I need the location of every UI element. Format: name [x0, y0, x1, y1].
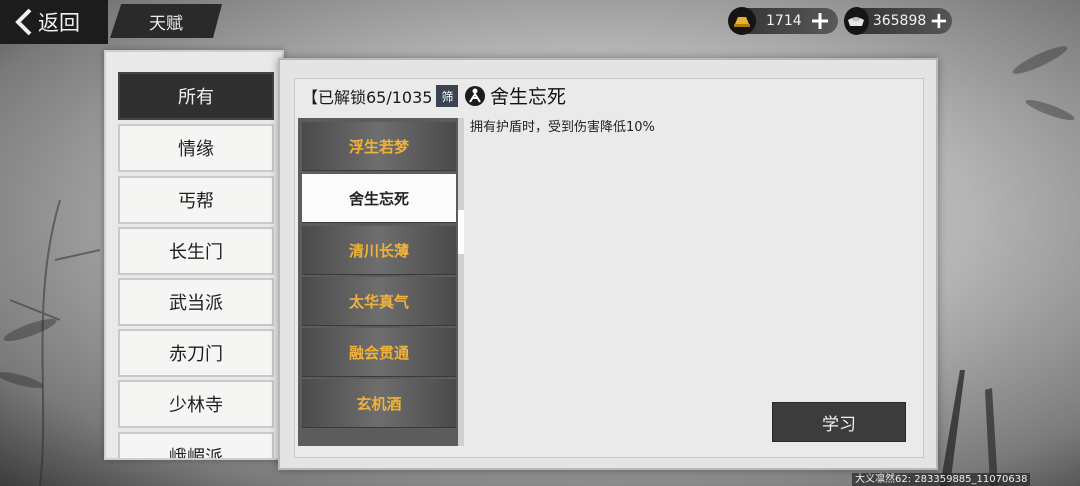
filter-button[interactable]: 筛 [436, 85, 459, 107]
learn-button[interactable]: 学习 [772, 402, 906, 442]
unlock-counter: 【已解锁65/1035 筛 [302, 84, 459, 108]
selected-talent-name: 舍生忘死 [490, 86, 567, 108]
category-emei[interactable]: 峨嵋派 [118, 432, 274, 458]
back-label: 返回 [38, 11, 80, 35]
category-gaibang[interactable]: 丐帮 [118, 176, 274, 224]
gold-currency: 1714 [728, 7, 838, 35]
gold-value: 1714 [766, 13, 802, 29]
chevron-left-icon [15, 8, 32, 36]
selected-talent-description: 拥有护盾时，受到伤害降低10% [470, 120, 655, 135]
unlock-text: 【已解锁65/1035 [302, 88, 433, 107]
category-qingyuan[interactable]: 情缘 [118, 124, 274, 172]
talent-item[interactable]: 清川长薄 [302, 226, 456, 275]
silver-currency: 365898 [844, 7, 952, 35]
category-wudang[interactable]: 武当派 [118, 278, 274, 326]
category-chidaomen[interactable]: 赤刀门 [118, 329, 274, 377]
scrollbar-thumb[interactable] [458, 210, 464, 254]
category-all[interactable]: 所有 [118, 72, 274, 120]
talent-list-scrollbar[interactable] [458, 118, 464, 446]
selected-talent-header: 舍生忘死 [464, 82, 566, 109]
add-silver-icon[interactable] [930, 11, 948, 31]
talent-item-selected[interactable]: 舍生忘死 [302, 174, 456, 223]
category-panel: 所有 情缘 丐帮 长生门 武当派 赤刀门 少林寺 峨嵋派 [104, 50, 284, 460]
gold-ingot-icon [728, 7, 756, 35]
talent-panel: 【已解锁65/1035 筛 舍生忘死 拥有护盾时，受到伤害降低10% 浮生若梦 … [278, 58, 938, 470]
add-gold-icon[interactable] [810, 11, 830, 31]
silver-value: 365898 [872, 13, 927, 29]
talent-list: 浮生若梦 舍生忘死 清川长薄 太华真气 融会贯通 玄机酒 [298, 118, 464, 446]
talent-item[interactable]: 融会贯通 [302, 328, 456, 377]
page-title: 天赋 [110, 4, 222, 38]
category-shaolin[interactable]: 少林寺 [118, 380, 274, 428]
talent-item[interactable]: 浮生若梦 [302, 122, 456, 171]
category-changshengmen[interactable]: 长生门 [118, 227, 274, 275]
talent-item[interactable]: 太华真气 [302, 277, 456, 326]
silver-ingot-icon [844, 7, 869, 35]
back-button[interactable]: 返回 [0, 0, 108, 44]
player-info: 大义凛然62: 283359885_11070638 [852, 473, 1031, 486]
talent-item[interactable]: 玄机酒 [302, 379, 456, 428]
talent-emblem-icon [465, 85, 485, 106]
